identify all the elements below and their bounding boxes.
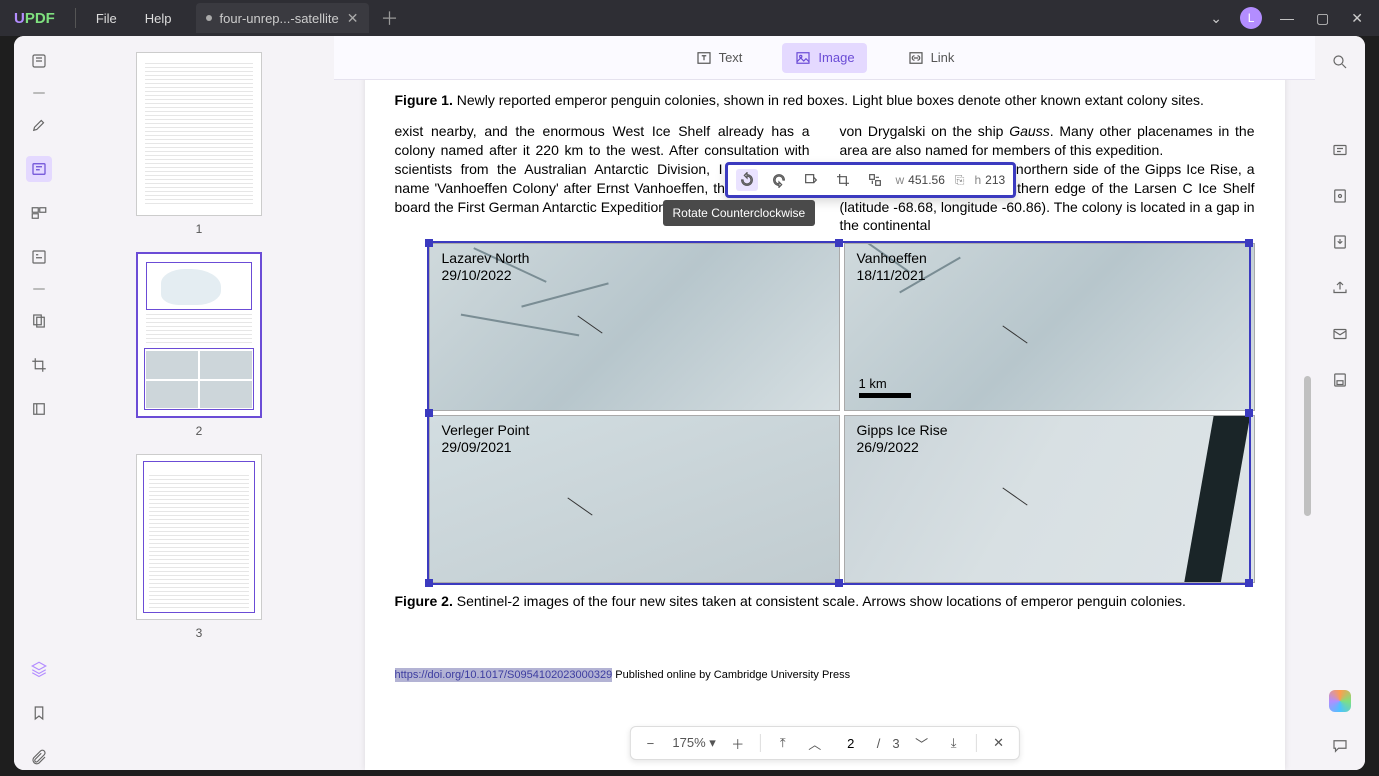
- ai-assistant-icon[interactable]: [1329, 690, 1351, 712]
- zoom-in-button[interactable]: ＋: [728, 733, 748, 753]
- extract-image-button[interactable]: [800, 169, 822, 191]
- edit-toolbar: Text Image Link: [334, 36, 1315, 80]
- thumbnail-panel: 1 2 3: [64, 36, 334, 770]
- height-display: h213: [974, 173, 1005, 187]
- first-page-button[interactable]: ⤒: [773, 733, 793, 753]
- window-maximize-button[interactable]: ▢: [1312, 6, 1333, 31]
- redact-icon[interactable]: [26, 308, 52, 334]
- new-tab-button[interactable]: ＋: [381, 5, 399, 31]
- edit-image-button[interactable]: Image: [782, 43, 866, 73]
- user-avatar[interactable]: L: [1240, 7, 1262, 29]
- figure-2-caption: Figure 2. Sentinel-2 images of the four …: [395, 593, 1255, 609]
- email-icon[interactable]: [1328, 322, 1352, 346]
- rotate-cw-button[interactable]: [768, 169, 790, 191]
- scrollbar-thumb[interactable]: [1304, 376, 1311, 516]
- page-number-input[interactable]: [837, 736, 865, 751]
- thumbnail-page-3[interactable]: 3: [64, 454, 334, 640]
- doi-line: https://doi.org/10.1017/S095410202300032…: [395, 669, 1255, 681]
- organize-icon[interactable]: [26, 200, 52, 226]
- satellite-image-gipps: Gipps Ice Rise26/9/2022: [844, 415, 1255, 583]
- page-total: 3: [892, 736, 899, 751]
- window-close-button[interactable]: ✕: [1347, 6, 1367, 31]
- form-icon[interactable]: [26, 244, 52, 270]
- annotate-icon[interactable]: [26, 112, 52, 138]
- left-toolbar: [14, 36, 64, 770]
- image-edit-toolbar: w451.56 ⎘ h213: [725, 162, 1017, 198]
- attachment-icon[interactable]: [26, 744, 52, 770]
- search-icon[interactable]: [1328, 50, 1352, 74]
- tab-title: four-unrep...-satellite: [220, 11, 339, 26]
- compress-icon[interactable]: [26, 396, 52, 422]
- zoom-bar: − 175% ▾ ＋ ⤒ ︿ / 3 ﹀ ⤓ ✕: [629, 726, 1019, 760]
- satellite-image-vanhoeffen: Vanhoeffen18/11/2021 1 km: [844, 243, 1255, 411]
- app-logo: UPDF: [0, 10, 69, 27]
- satellite-image-lazarev: Lazarev North29/10/2022: [429, 243, 840, 411]
- comment-icon[interactable]: [1328, 734, 1352, 758]
- menu-file[interactable]: File: [82, 11, 131, 26]
- tooltip: Rotate Counterclockwise: [663, 200, 816, 226]
- figure-1-caption: Figure 1. Newly reported emperor penguin…: [395, 92, 1255, 108]
- last-page-button[interactable]: ⤓: [944, 733, 964, 753]
- protect-icon[interactable]: [1328, 184, 1352, 208]
- crop-image-button[interactable]: [832, 169, 854, 191]
- bookmark-icon[interactable]: [26, 700, 52, 726]
- satellite-image-verleger: Verleger Point29/09/2021: [429, 415, 840, 583]
- right-toolbar: [1315, 36, 1365, 770]
- next-page-button[interactable]: ﹀: [912, 733, 932, 753]
- layers-icon[interactable]: [26, 656, 52, 682]
- menu-help[interactable]: Help: [131, 11, 186, 26]
- close-zoombar-button[interactable]: ✕: [989, 733, 1009, 753]
- ocr-icon[interactable]: [1328, 138, 1352, 162]
- prev-page-button[interactable]: ︿: [805, 733, 825, 753]
- document-tab[interactable]: four-unrep...-satellite ✕: [196, 3, 369, 33]
- thumbnail-page-1[interactable]: 1: [64, 52, 334, 236]
- edit-link-button[interactable]: Link: [895, 43, 967, 73]
- rotate-ccw-button[interactable]: [736, 169, 758, 191]
- edit-mode-icon[interactable]: [26, 156, 52, 182]
- tab-dirty-dot: [206, 15, 212, 21]
- chevron-down-icon[interactable]: ⌄: [1206, 6, 1226, 31]
- main-view: Text Image Link Figure 1. Newly reported…: [334, 36, 1315, 770]
- zoom-percent[interactable]: 175% ▾: [672, 735, 715, 751]
- share-icon[interactable]: [1328, 276, 1352, 300]
- doi-link[interactable]: https://doi.org/10.1017/S095410202300032…: [395, 668, 613, 682]
- lock-ratio-icon[interactable]: ⎘: [955, 173, 965, 188]
- reader-mode-icon[interactable]: [26, 48, 52, 74]
- thumbnail-page-2[interactable]: 2: [64, 252, 334, 438]
- titlebar: UPDF File Help four-unrep...-satellite ✕…: [0, 0, 1379, 36]
- export-icon[interactable]: [1328, 230, 1352, 254]
- replace-image-button[interactable]: [864, 169, 886, 191]
- window-minimize-button[interactable]: —: [1276, 6, 1298, 30]
- print-icon[interactable]: [1328, 368, 1352, 392]
- edit-text-button[interactable]: Text: [683, 43, 755, 73]
- zoom-out-button[interactable]: −: [640, 733, 660, 753]
- selected-image[interactable]: Lazarev North29/10/2022 Vanhoeffen18/11/…: [395, 243, 1255, 583]
- tab-close-icon[interactable]: ✕: [347, 10, 359, 27]
- width-display: w451.56: [896, 173, 945, 187]
- crop-icon[interactable]: [26, 352, 52, 378]
